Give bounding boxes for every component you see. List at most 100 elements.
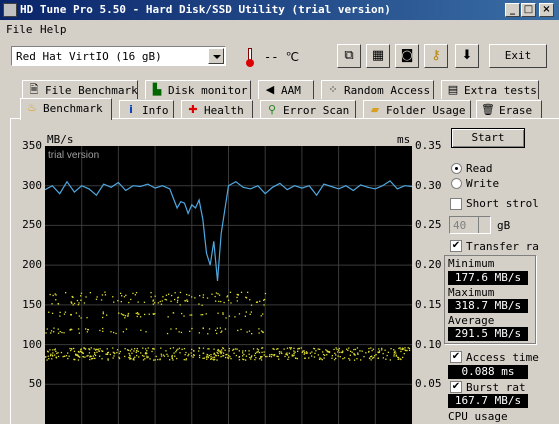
access-time-point [60, 351, 63, 354]
access-time-point [205, 313, 207, 315]
access-time-point [217, 348, 219, 351]
access-time-point [400, 350, 402, 353]
access-time-point [137, 313, 139, 315]
access-time-point [381, 347, 383, 350]
access-time-point [263, 351, 265, 353]
access-time-point [356, 358, 358, 360]
access-time-point [215, 300, 217, 302]
transfer-rate-checkbox[interactable]: ✔ [450, 240, 462, 252]
access-time-point [222, 347, 225, 350]
tab-health[interactable]: ✚ Health [181, 100, 253, 119]
access-time-point [325, 349, 327, 351]
access-time-point [201, 304, 203, 306]
access-time-point [135, 292, 138, 294]
access-time-point [119, 350, 121, 353]
key-icon[interactable]: ⚷ [424, 44, 448, 68]
access-time-point [73, 302, 76, 305]
tab-disk-monitor[interactable]: ▙ Disk monitor [145, 80, 251, 99]
tab-folder-usage[interactable]: ▰ Folder Usage [363, 100, 471, 119]
access-time-point [124, 317, 126, 319]
access-time-point [292, 355, 294, 357]
minimize-button[interactable]: _ [505, 3, 520, 17]
tab-extra-tests[interactable]: ▤ Extra tests [441, 80, 539, 99]
burst-rate-checkbox[interactable]: ✔ [450, 381, 462, 393]
transfer-rate-label: Transfer ra [466, 240, 539, 253]
access-time-point [115, 332, 117, 335]
access-time-point [256, 351, 258, 353]
access-time-point [242, 350, 244, 352]
access-time-point [116, 349, 119, 351]
access-time-point [198, 303, 200, 305]
copy-screenshot-icon[interactable]: ▦ [366, 44, 390, 68]
access-time-point [102, 311, 104, 313]
tab-file-benchmark[interactable]: 🗎 File Benchmark [22, 80, 138, 99]
short-stroke-spinner[interactable]: 40 [449, 216, 491, 234]
exit-button[interactable]: Exit [489, 44, 547, 68]
tab-benchmark[interactable]: ♨ Benchmark [20, 98, 112, 120]
access-time-point [80, 295, 82, 297]
access-time-point [152, 303, 154, 305]
copy-text-icon[interactable]: ⧉ [337, 44, 361, 68]
access-time-point [215, 292, 218, 294]
access-time-point [176, 301, 179, 303]
access-time-point [102, 313, 104, 315]
access-time-point [263, 298, 266, 301]
start-button[interactable]: Start [451, 128, 525, 148]
access-time-point [132, 292, 134, 294]
access-time-point [286, 352, 288, 354]
access-time-point [52, 294, 54, 297]
write-radio[interactable] [451, 178, 462, 189]
tab-aam[interactable]: ◀ AAM [258, 80, 314, 99]
tab-random-access[interactable]: ⁘ Random Access [321, 80, 434, 99]
access-time-point [202, 296, 204, 299]
access-time-point [357, 352, 359, 354]
menu-file[interactable]: File [6, 23, 33, 36]
download-icon[interactable]: ⬇ [455, 44, 479, 68]
close-button[interactable]: × [539, 3, 554, 17]
access-time-point [280, 351, 282, 353]
tab-erase[interactable]: 🗑 Erase [476, 100, 542, 119]
access-time-point [320, 358, 322, 360]
access-time-point [85, 296, 87, 298]
access-time-point [80, 299, 82, 301]
access-time-point [121, 295, 123, 297]
access-time-point [77, 359, 80, 361]
access-time-point [70, 313, 72, 316]
access-time-point [213, 352, 215, 354]
access-time-point [287, 358, 289, 360]
trash-icon: 🗑 [481, 103, 495, 116]
access-time-point [221, 330, 223, 332]
menu-help[interactable]: Help [40, 23, 67, 36]
access-time-point [397, 358, 399, 360]
chevron-down-icon[interactable] [208, 48, 224, 64]
access-time-point [169, 359, 171, 361]
access-time-point [236, 300, 238, 302]
access-time-point [277, 355, 279, 358]
short-stroke-checkbox[interactable] [450, 198, 462, 210]
burst-rate-label: Burst rat [466, 381, 526, 394]
access-time-point [71, 328, 73, 331]
drive-select[interactable]: Red Hat VirtIO (16 gB) [11, 46, 226, 66]
access-time-point [89, 292, 91, 294]
read-radio[interactable] [451, 163, 462, 174]
access-time-point [213, 348, 215, 350]
access-time-point [93, 348, 95, 350]
spinner-arrows-icon[interactable] [478, 217, 490, 233]
camera-icon[interactable]: ◙ [395, 44, 419, 68]
access-time-point [244, 315, 246, 317]
access-time-checkbox[interactable]: ✔ [450, 351, 462, 363]
access-time-point [167, 316, 169, 318]
access-time-point [154, 295, 156, 297]
access-time-point [331, 355, 333, 357]
tab-info[interactable]: i Info [119, 100, 174, 119]
access-time-point [192, 356, 194, 358]
access-time-point [157, 302, 159, 304]
access-time-point [53, 327, 55, 329]
access-time-point [194, 297, 196, 299]
tab-error-scan[interactable]: ⚲ Error Scan [260, 100, 356, 119]
maximize-button[interactable]: □ [521, 3, 536, 17]
access-time-point [130, 298, 132, 301]
access-time-point [248, 350, 250, 352]
access-time-point [85, 328, 87, 330]
benchmark-icon: ♨ [27, 101, 37, 114]
